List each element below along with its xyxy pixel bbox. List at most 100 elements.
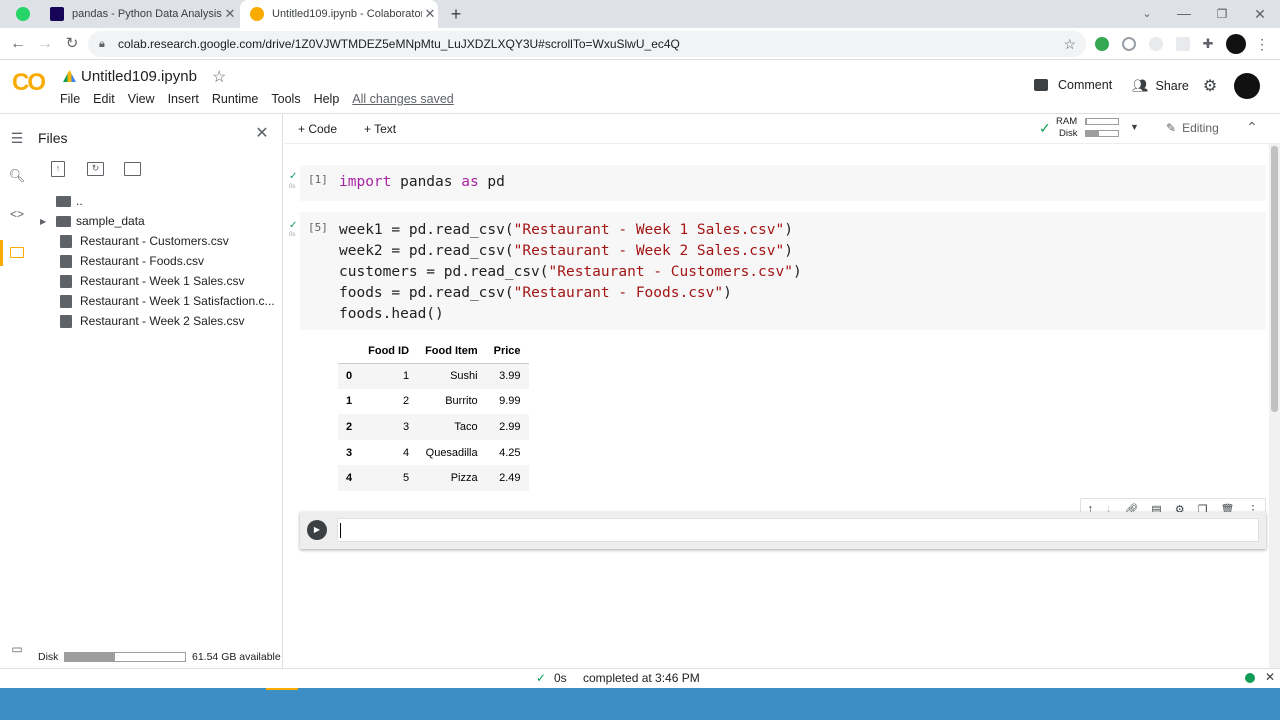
runtime-dropdown-icon[interactable]: ▼ [1130, 122, 1139, 132]
row-index: 0 [346, 370, 353, 383]
code-cell[interactable]: [1] import pandas as pd [300, 165, 1266, 201]
mount-drive-icon[interactable] [124, 162, 141, 176]
menu-insert[interactable]: Insert [168, 92, 199, 106]
refresh-folder-icon[interactable]: ↻ [87, 162, 104, 176]
address-bar[interactable]: 🔒︎ colab.research.google.com/drive/1Z0VJ… [88, 31, 1086, 57]
file-row[interactable]: Restaurant - Week 2 Sales.csv [40, 311, 245, 331]
colab-logo[interactable]: CO [12, 69, 46, 97]
table-cell: 1 [402, 370, 410, 383]
code-cell[interactable]: [5] week1 = pd.read_csv("Restaurant - We… [300, 212, 1266, 330]
tab-search-icon[interactable]: ⌄ [1137, 4, 1157, 24]
extension-icon[interactable] [1176, 37, 1190, 51]
column-header: Food Item [417, 339, 486, 364]
star-notebook-icon[interactable]: ☆ [212, 67, 226, 87]
file-row[interactable]: Restaurant - Week 1 Satisfaction.c... [40, 291, 275, 311]
add-code-button[interactable]: + Code [298, 122, 337, 136]
file-icon [60, 314, 72, 328]
save-status[interactable]: All changes saved [352, 92, 453, 106]
extensions-puzzle-icon[interactable]: ✚ [1198, 34, 1218, 54]
colab-header: CO Untitled109.ipynb ☆ File Edit View In… [0, 60, 1280, 114]
table-row: 3 4 Quesadilla 4.25 [338, 440, 529, 466]
file-row[interactable]: Restaurant - Week 1 Sales.csv [40, 271, 245, 291]
menu-runtime[interactable]: Runtime [212, 92, 259, 106]
taskbar-app-indicator [266, 688, 298, 690]
table-cell: 3 [402, 420, 410, 433]
notebook-title[interactable]: Untitled109.ipynb [81, 68, 197, 85]
terminal-icon[interactable]: ▭ [7, 639, 27, 659]
active-code-cell[interactable]: ▶ [300, 512, 1266, 549]
upload-file-icon[interactable]: ↑ [51, 161, 65, 177]
collapse-header-icon[interactable]: ⌃ [1246, 119, 1258, 136]
files-folder-icon[interactable] [0, 240, 32, 266]
run-cell-button[interactable]: ▶ [307, 520, 327, 540]
minimize-icon[interactable]: — [1174, 3, 1194, 23]
ram-label: RAM [1056, 116, 1078, 127]
menu-help[interactable]: Help [314, 92, 340, 106]
new-tab-icon[interactable]: + [446, 4, 466, 24]
settings-gear-icon[interactable]: ⚙ [1200, 77, 1220, 97]
bookmark-star-icon[interactable]: ☆ [1063, 31, 1076, 57]
table-cell: 4.25 [499, 446, 521, 459]
comment-icon [1034, 79, 1048, 91]
scrollbar[interactable] [1269, 144, 1280, 668]
menu-view[interactable]: View [128, 92, 155, 106]
expand-arrow-icon[interactable]: ▶ [40, 217, 56, 226]
close-status-icon[interactable]: ✕ [1265, 670, 1275, 684]
forward-icon[interactable]: → [35, 34, 55, 54]
search-icon[interactable]: 🔍︎ [7, 166, 27, 186]
people-icon: 👥︎ [1132, 78, 1149, 93]
toolbar: + Code + Text ✓ RAM Disk ▼ ✎ Editing ⌃ [284, 114, 1280, 144]
file-icon [60, 274, 72, 288]
close-tab-icon[interactable]: ✕ [422, 6, 438, 22]
close-window-icon[interactable]: ✕ [1250, 4, 1270, 24]
file-row[interactable]: Restaurant - Customers.csv [40, 231, 229, 251]
browser-tab-colab[interactable]: Untitled109.ipynb - Colaboratory ✕ [240, 0, 438, 28]
row-index: 4 [346, 472, 353, 485]
close-tab-icon[interactable]: ✕ [222, 6, 238, 22]
code-editor[interactable] [337, 518, 1259, 542]
menu-edit[interactable]: Edit [93, 92, 115, 106]
close-sidebar-icon[interactable]: ✕ [252, 124, 272, 144]
column-header: Food ID [360, 339, 418, 364]
ram-bar[interactable] [1085, 118, 1119, 125]
file-name: Restaurant - Customers.csv [80, 234, 229, 248]
extension-icon[interactable] [1122, 37, 1136, 51]
menu-tools[interactable]: Tools [271, 92, 300, 106]
whatsapp-icon[interactable] [16, 7, 30, 21]
back-icon[interactable]: ← [8, 34, 28, 54]
table-row: 4 5 Pizza 2.49 [338, 465, 529, 491]
disk-bar[interactable] [1085, 130, 1119, 137]
file-row-folder[interactable]: ▶ sample_data [40, 211, 145, 231]
cell-output: Food ID Food Item Price 0 1 Sushi 3.99 1… [338, 339, 529, 491]
account-avatar[interactable] [1234, 73, 1260, 99]
add-text-button[interactable]: + Text [364, 122, 396, 136]
table-of-contents-icon[interactable]: ☰ [7, 128, 27, 148]
extension-icon[interactable] [1095, 37, 1109, 51]
table-row: 1 2 Burrito 9.99 [338, 389, 529, 415]
share-button[interactable]: 👥︎ Share [1132, 78, 1189, 94]
browser-tab-pandas[interactable]: pandas - Python Data Analysis Li ✕ [40, 0, 238, 28]
code-snippets-icon[interactable]: <> [7, 204, 27, 224]
file-row[interactable]: Restaurant - Foods.csv [40, 251, 204, 271]
file-name: .. [76, 194, 83, 208]
profile-avatar[interactable] [1226, 34, 1246, 54]
extension-icon[interactable] [1149, 37, 1163, 51]
menu-file[interactable]: File [60, 92, 80, 106]
code-block[interactable]: week1 = pd.read_csv("Restaurant - Week 1… [339, 220, 802, 325]
editing-button[interactable]: ✎ Editing [1166, 121, 1219, 135]
file-row-parent[interactable]: .. [40, 191, 83, 211]
files-sidebar: ☰ 🔍︎ <> ▭ Files ✕ ↑ ↻ .. ▶ sample_data R… [0, 114, 283, 668]
reload-icon[interactable]: ↻ [62, 34, 82, 54]
execution-count: [1] [308, 173, 328, 186]
table-cell: 2.49 [499, 472, 521, 485]
scrollbar-thumb[interactable] [1271, 146, 1278, 412]
drive-icon [63, 70, 76, 82]
disk-label: Disk [1059, 128, 1078, 139]
tab-title: Untitled109.ipynb - Colaboratory [272, 8, 422, 20]
maximize-icon[interactable]: ❐ [1212, 4, 1232, 24]
code-line[interactable]: import pandas as pd [339, 172, 505, 193]
browser-menu-icon[interactable]: ⋮ [1252, 34, 1272, 54]
status-message[interactable]: completed at 3:46 PM [583, 671, 700, 685]
comment-button[interactable]: Comment [1034, 78, 1112, 92]
table-cell: 2.99 [499, 420, 521, 433]
